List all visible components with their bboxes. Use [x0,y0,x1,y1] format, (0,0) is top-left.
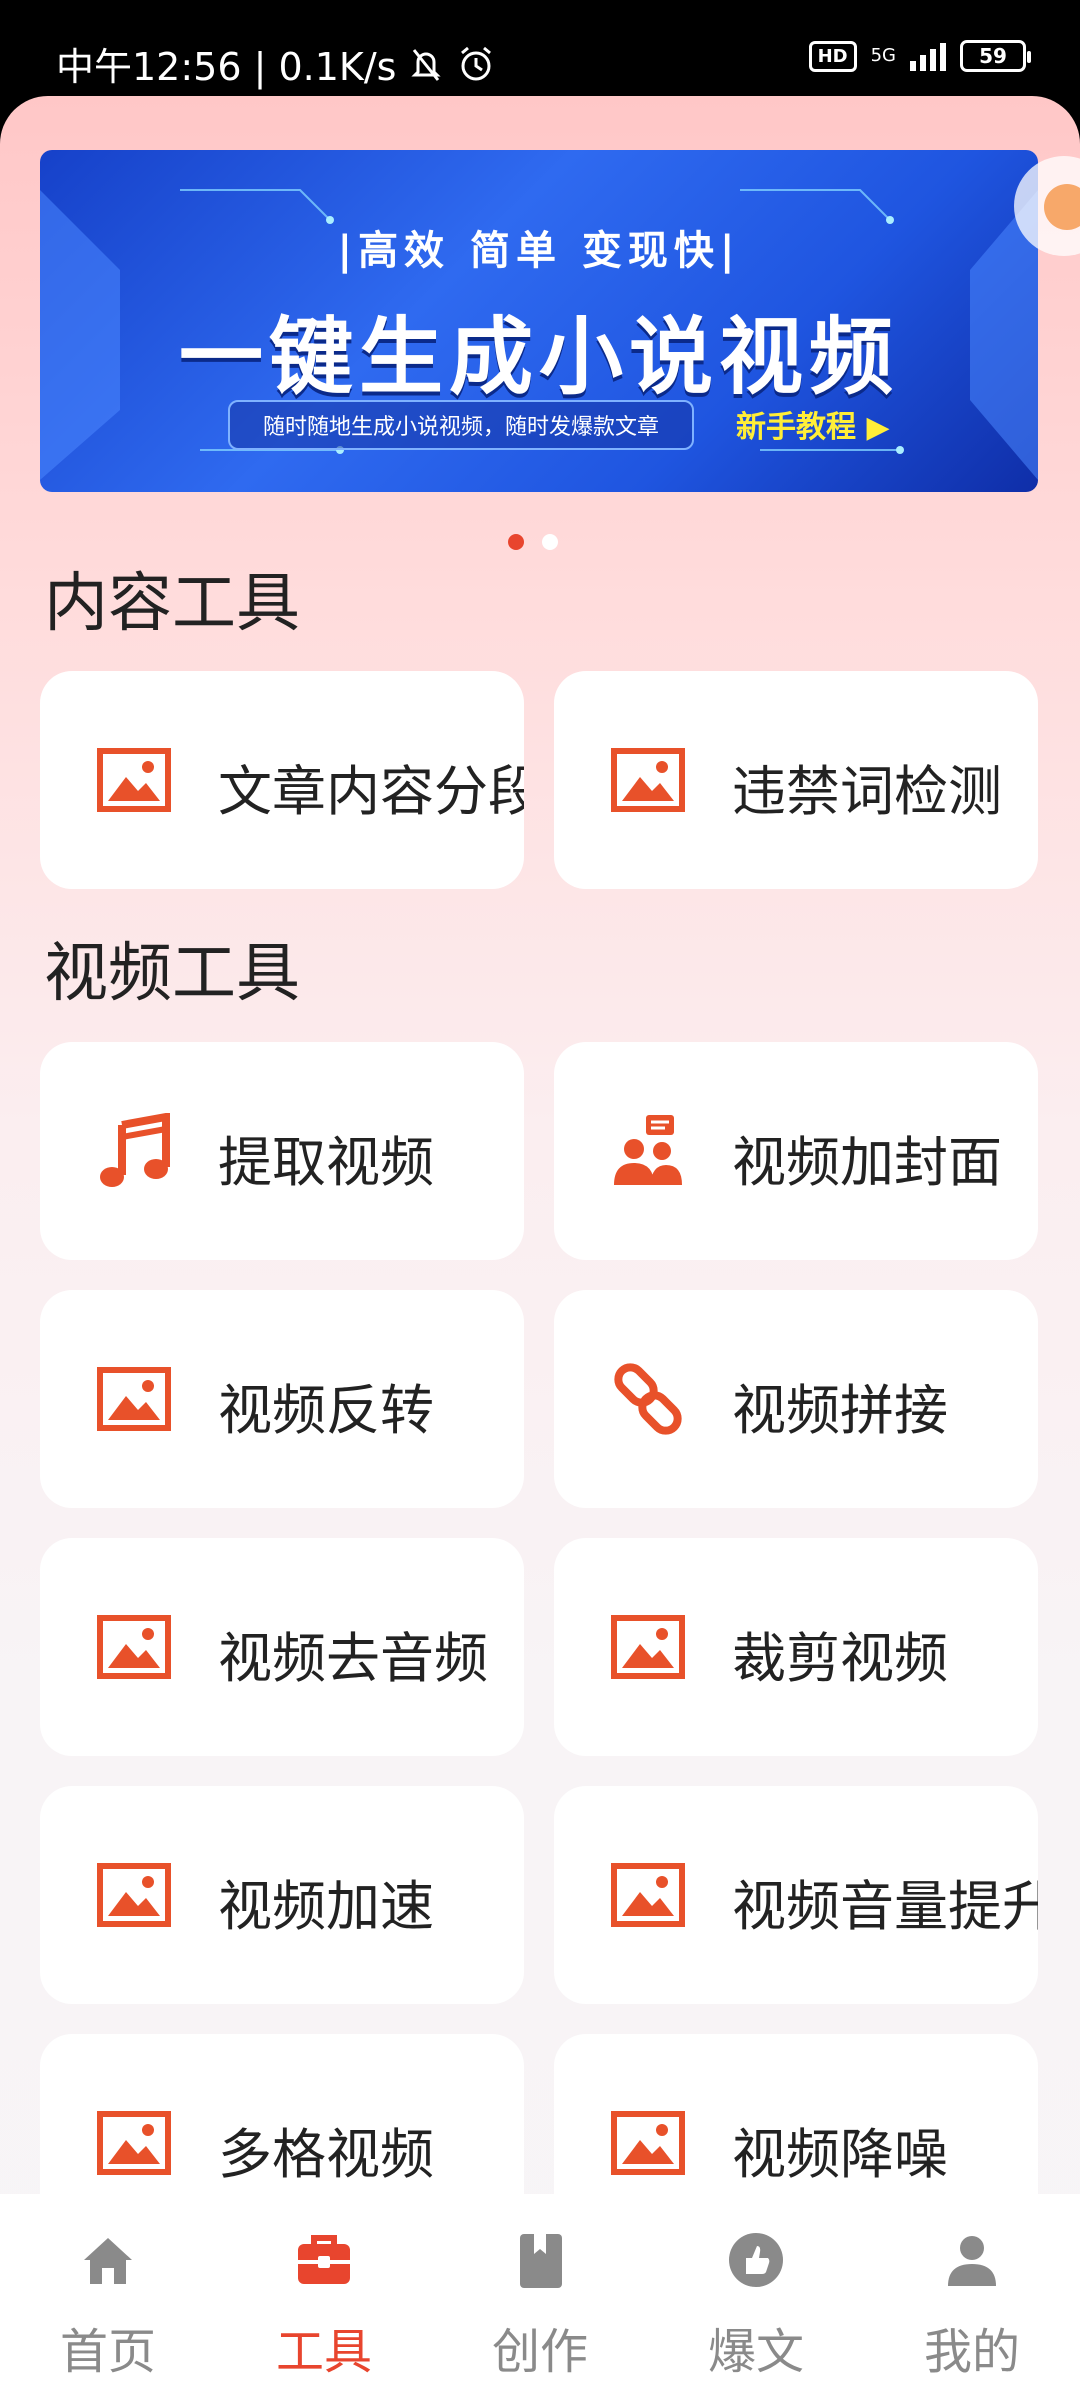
nav-item-tools[interactable]: 工具 [216,2194,432,2400]
app-content: |高效 简单 变现快| 一键生成小说视频 随时随地生成小说视频，随时发爆款文章 … [0,96,1080,2400]
tool-reverse[interactable]: 视频反转 [40,1290,524,1508]
users-chat-icon [610,1115,686,1185]
tool-banned-word-check[interactable]: 违禁词检测 [554,671,1038,889]
status-right: HD 5G 59 [808,40,1031,72]
tool-label: 提取视频 [218,1131,434,1194]
tool-label: 视频反转 [218,1379,434,1442]
carousel-dot-active [508,534,524,550]
image-icon [610,2110,686,2176]
image-icon [96,1862,172,1928]
carousel-dot [542,534,558,550]
tool-speed-up[interactable]: 视频加速 [40,1786,524,2004]
battery-level: 59 [979,44,1007,68]
signal-icon [910,41,946,71]
tool-splice[interactable]: 视频拼接 [554,1290,1038,1508]
tool-label: 视频拼接 [732,1379,948,1442]
tool-label: 视频音量提升 [732,1875,1038,1938]
section-title-video-tools: 视频工具 [44,937,300,1011]
nav-label: 工具 [275,2324,372,2380]
status-bar: 中午12:56 | 0.1K/s HD 5G 59 [0,0,1080,110]
thumbs-up-icon [729,2233,783,2287]
status-time-speed: 中午12:56 | 0.1K/s [56,45,397,89]
alarm-icon [461,46,492,80]
carousel-indicator [508,534,558,550]
user-icon [948,2236,996,2286]
banner-carousel[interactable]: |高效 简单 变现快| 一键生成小说视频 随时随地生成小说视频，随时发爆款文章 … [40,150,1038,492]
image-icon [610,1614,686,1680]
image-icon [96,2110,172,2176]
tool-label: 视频加封面 [732,1131,1002,1194]
tool-label: 裁剪视频 [732,1627,948,1690]
section-title-content-tools: 内容工具 [44,567,300,641]
tutorial-link[interactable]: 新手教程 ▶ [736,402,890,446]
battery-icon: 59 [960,40,1031,72]
nav-label: 首页 [59,2324,156,2380]
status-left: 中午12:56 | 0.1K/s [56,36,496,91]
nav-item-create[interactable]: 创作 [432,2194,648,2400]
tool-volume-boost[interactable]: 视频音量提升 [554,1786,1038,2004]
nav-label: 创作 [491,2324,588,2380]
image-icon [96,1366,172,1432]
tool-crop[interactable]: 裁剪视频 [554,1538,1038,1756]
tool-label: 视频去音频 [218,1627,488,1690]
nav-item-viral[interactable]: 爆文 [648,2194,864,2400]
tool-label: 多格视频 [218,2123,434,2186]
tool-remove-audio[interactable]: 视频去音频 [40,1538,524,1756]
tool-label: 违禁词检测 [732,760,1002,823]
tool-label: 文章内容分段 [218,760,524,823]
image-icon [96,747,172,813]
tool-label: 视频降噪 [732,2123,948,2186]
nav-label: 我的 [923,2324,1020,2380]
tool-extract-video[interactable]: 提取视频 [40,1042,524,1260]
home-icon [84,2238,132,2284]
book-icon [520,2234,562,2288]
music-note-icon [96,1113,172,1187]
banner-tagline: |高效 简单 变现快| [337,228,741,274]
tool-add-cover[interactable]: 视频加封面 [554,1042,1038,1260]
image-icon [610,1862,686,1928]
banner-title: 一键生成小说视频 [178,308,899,406]
image-icon [96,1614,172,1680]
tool-article-segment[interactable]: 文章内容分段 [40,671,524,889]
tool-label: 视频加速 [218,1875,434,1938]
image-icon [610,747,686,813]
hd-badge: HD [808,40,857,72]
network-type: 5G [870,45,896,66]
link-icon [610,1363,686,1435]
nav-label: 爆文 [707,2324,804,2380]
bottom-nav: 首页 工具 创作 爆文 我的 [0,2194,1080,2400]
toolbox-icon [298,2235,350,2284]
nav-item-mine[interactable]: 我的 [864,2194,1080,2400]
banner-subtitle: 随时随地生成小说视频，随时发爆款文章 [228,400,694,450]
mute-bell-icon [411,48,442,81]
nav-item-home[interactable]: 首页 [0,2194,216,2400]
